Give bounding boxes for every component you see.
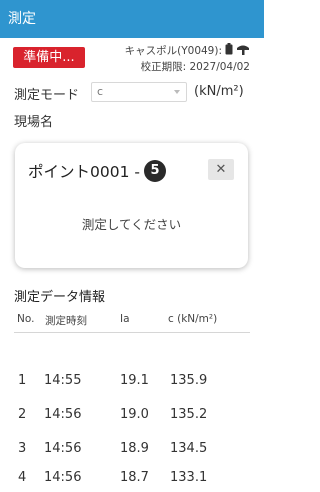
- site-name-label: 現場名: [14, 115, 54, 130]
- count-badge: 5: [143, 160, 166, 182]
- cell-no: 2: [18, 407, 27, 422]
- cell-c: 134.5: [170, 441, 208, 456]
- cell-ia: 18.9: [120, 441, 149, 456]
- card-message: 測定してください: [81, 217, 182, 232]
- close-button[interactable]: ✕: [208, 159, 234, 180]
- mode-select-value: c: [97, 85, 104, 98]
- unit-label: (kN/m²): [194, 84, 244, 99]
- table-row: 4 14:56 18.7 133.1: [0, 470, 264, 492]
- close-icon: ✕: [215, 162, 227, 177]
- status-badge: 準備中...: [13, 47, 85, 68]
- column-header-c: c (kN/m²): [168, 313, 218, 325]
- cell-no: 3: [18, 441, 27, 456]
- column-header-ia: Ia: [120, 313, 130, 325]
- table-row: 1 14:55 19.1 135.9: [0, 373, 264, 395]
- mode-label: 測定モード: [14, 88, 80, 103]
- data-section-title: 測定データ情報: [14, 290, 106, 305]
- table-header: No. 測定時刻 Ia c (kN/m²): [0, 313, 264, 331]
- divider: [14, 332, 250, 333]
- measurement-card: ポイント0001 - 5 ✕ 測定してください: [15, 143, 248, 268]
- chevron-down-icon: [174, 90, 180, 94]
- table-row: 3 14:56 18.9 134.5: [0, 441, 264, 463]
- battery-icon: [225, 43, 233, 58]
- device-info: キャスポル(Y0049):: [125, 43, 250, 58]
- app-title: 測定: [8, 11, 36, 27]
- cell-ia: 19.0: [120, 407, 149, 422]
- cell-time: 14:56: [44, 407, 82, 422]
- table-row: 2 14:56 19.0 135.2: [0, 407, 264, 429]
- cell-no: 4: [18, 470, 27, 485]
- point-title: ポイント0001 -: [28, 163, 140, 181]
- cell-time: 14:55: [44, 373, 82, 388]
- cell-ia: 19.1: [120, 373, 149, 388]
- column-header-time: 測定時刻: [45, 315, 87, 327]
- calibration-date: 校正期限: 2027/04/02: [140, 61, 250, 73]
- hammer-icon: [236, 44, 250, 58]
- cell-c: 133.1: [170, 470, 208, 485]
- cell-c: 135.9: [170, 373, 208, 388]
- cell-no: 1: [18, 373, 27, 388]
- cell-ia: 18.7: [120, 470, 149, 485]
- column-header-no: No.: [17, 313, 35, 325]
- cell-c: 135.2: [170, 407, 208, 422]
- cell-time: 14:56: [44, 441, 82, 456]
- device-name: キャスポル(Y0049):: [124, 45, 222, 57]
- mode-select[interactable]: c: [91, 82, 187, 102]
- app-bar: 測定: [0, 0, 264, 38]
- card-title: ポイント0001 - 5: [28, 160, 166, 182]
- cell-time: 14:56: [44, 470, 82, 485]
